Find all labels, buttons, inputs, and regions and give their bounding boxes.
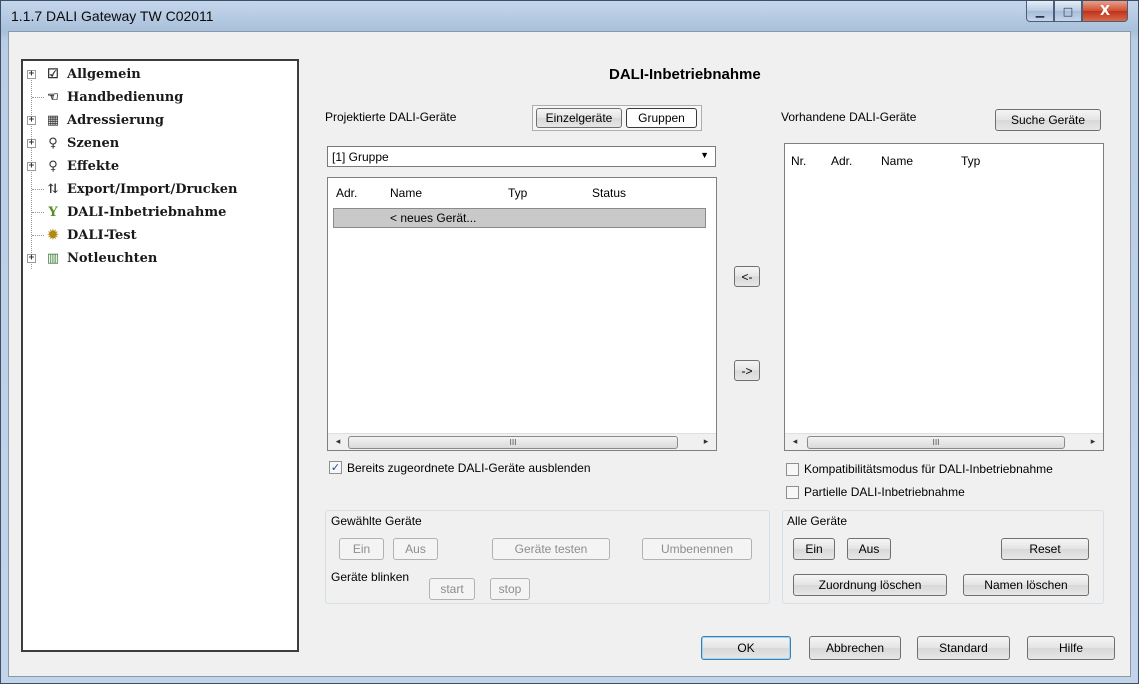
- export-icon: ⇅: [47, 182, 59, 197]
- plug-icon: Y: [48, 205, 58, 220]
- projected-devices-list[interactable]: Adr. Name Typ Status < neues Gerät... ◂ …: [327, 177, 717, 451]
- all-devices-label: Alle Geräte: [787, 514, 848, 528]
- column-header-name[interactable]: Name: [881, 154, 913, 168]
- reset-button[interactable]: Reset: [1001, 538, 1089, 560]
- dialog-client: + ☑ Allgemein ☜ Handbedienung + ▦ Adress…: [8, 31, 1131, 677]
- available-devices-list[interactable]: Nr. Adr. Name Typ ◂ III ▸: [784, 143, 1104, 451]
- column-header-nr[interactable]: Nr.: [791, 154, 806, 168]
- tab-einzelgeraete[interactable]: Einzelgeräte: [536, 108, 622, 128]
- horizontal-scrollbar[interactable]: ◂ III ▸: [785, 433, 1103, 450]
- scroll-left-icon[interactable]: ◂: [330, 435, 346, 450]
- scroll-thumb[interactable]: III: [807, 436, 1065, 449]
- column-header-status[interactable]: Status: [592, 186, 626, 200]
- assign-right-button[interactable]: ->: [734, 360, 760, 381]
- all-on-button[interactable]: Ein: [793, 538, 835, 560]
- selected-off-button[interactable]: Aus: [393, 538, 438, 560]
- window-title: 1.1.7 DALI Gateway TW C02011: [11, 8, 214, 24]
- tree-item-label: Allgemein: [67, 67, 141, 82]
- all-off-button[interactable]: Aus: [847, 538, 891, 560]
- scroll-right-icon[interactable]: ▸: [1085, 435, 1101, 450]
- partial-commissioning-label: Partielle DALI-Inbetriebnahme: [804, 485, 965, 499]
- tree-item-label: Effekte: [67, 159, 120, 174]
- group-select[interactable]: [1] Gruppe ▼: [327, 146, 716, 167]
- tree-item-label: Handbedienung: [67, 90, 184, 105]
- page-title: DALI-Inbetriebnahme: [609, 66, 761, 83]
- clear-assignment-button[interactable]: Zuordnung löschen: [793, 574, 947, 596]
- blink-start-button[interactable]: start: [429, 578, 475, 600]
- tree-item-label: DALI-Test: [67, 228, 137, 243]
- horizontal-scrollbar[interactable]: ◂ III ▸: [328, 433, 716, 450]
- compat-mode-checkbox[interactable]: [786, 463, 799, 476]
- ok-button[interactable]: OK: [701, 636, 791, 660]
- title-bar[interactable]: 1.1.7 DALI Gateway TW C02011 ▁ □ X: [1, 1, 1138, 31]
- clear-names-button[interactable]: Namen löschen: [963, 574, 1089, 596]
- expand-icon[interactable]: +: [27, 116, 36, 125]
- grid-icon: ▦: [46, 113, 60, 128]
- selected-on-button[interactable]: Ein: [339, 538, 384, 560]
- minimize-button[interactable]: ▁: [1026, 1, 1054, 22]
- compat-mode-label: Kompatibilitätsmodus für DALI-Inbetriebn…: [804, 462, 1053, 476]
- checklist-icon: ☑: [47, 67, 59, 82]
- tree-line: [32, 235, 44, 236]
- search-devices-button[interactable]: Suche Geräte: [995, 109, 1101, 131]
- tree-item-label: Notleuchten: [67, 251, 158, 266]
- test-devices-button[interactable]: Geräte testen: [492, 538, 610, 560]
- bulb-icon: ♀: [48, 136, 58, 151]
- list-item-new-device[interactable]: < neues Gerät...: [333, 208, 706, 228]
- tree-item-label: Szenen: [67, 136, 120, 151]
- scroll-left-icon[interactable]: ◂: [787, 435, 803, 450]
- expand-icon[interactable]: +: [27, 254, 36, 263]
- group-select-value: [1] Gruppe: [332, 150, 389, 164]
- expand-icon[interactable]: +: [27, 162, 36, 171]
- tree-line: [31, 73, 32, 269]
- navigation-tree[interactable]: + ☑ Allgemein ☜ Handbedienung + ▦ Adress…: [21, 59, 299, 652]
- tree-line: [32, 189, 44, 190]
- help-button[interactable]: Hilfe: [1027, 636, 1115, 660]
- expand-icon[interactable]: +: [27, 139, 36, 148]
- tab-gruppen[interactable]: Gruppen: [626, 108, 697, 128]
- tree-line: [32, 97, 44, 98]
- scroll-thumb[interactable]: III: [348, 436, 678, 449]
- chevron-down-icon: ▼: [700, 150, 709, 160]
- hand-icon: ☜: [47, 90, 59, 105]
- gear-icon: ✹: [47, 228, 59, 243]
- available-devices-label: Vorhandene DALI-Geräte: [781, 110, 917, 124]
- standard-button[interactable]: Standard: [917, 636, 1010, 660]
- expand-icon[interactable]: +: [27, 70, 36, 79]
- hide-assigned-checkbox[interactable]: ✓: [329, 461, 342, 474]
- new-device-label: < neues Gerät...: [390, 211, 477, 225]
- close-button[interactable]: X: [1082, 1, 1128, 22]
- selected-devices-label: Gewählte Geräte: [331, 514, 422, 528]
- assign-left-button[interactable]: <-: [734, 266, 760, 287]
- caption-buttons: ▁ □ X: [1026, 1, 1128, 23]
- dialog-window: 1.1.7 DALI Gateway TW C02011 ▁ □ X + ☑ A…: [0, 0, 1139, 684]
- hide-assigned-label: Bereits zugeordnete DALI-Geräte ausblend…: [347, 461, 591, 475]
- bulb-icon: ♀: [48, 159, 58, 174]
- column-header-adr[interactable]: Adr.: [336, 186, 357, 200]
- emergency-icon: ▥: [46, 251, 60, 266]
- tree-item-label: DALI-Inbetriebnahme: [67, 205, 227, 220]
- column-header-typ[interactable]: Typ: [508, 186, 527, 200]
- tree-item-label: Adressierung: [67, 113, 164, 128]
- partial-commissioning-checkbox[interactable]: [786, 486, 799, 499]
- column-header-adr[interactable]: Adr.: [831, 154, 852, 168]
- blink-stop-button[interactable]: stop: [490, 578, 530, 600]
- tree-line: [32, 212, 44, 213]
- tree-item-label: Export/Import/Drucken: [67, 182, 238, 197]
- column-header-name[interactable]: Name: [390, 186, 422, 200]
- scroll-right-icon[interactable]: ▸: [698, 435, 714, 450]
- cancel-button[interactable]: Abbrechen: [809, 636, 901, 660]
- column-header-typ[interactable]: Typ: [961, 154, 980, 168]
- rename-button[interactable]: Umbenennen: [642, 538, 752, 560]
- projected-devices-label: Projektierte DALI-Geräte: [325, 110, 457, 124]
- blink-devices-label: Geräte blinken: [331, 570, 410, 584]
- maximize-button[interactable]: □: [1054, 1, 1082, 22]
